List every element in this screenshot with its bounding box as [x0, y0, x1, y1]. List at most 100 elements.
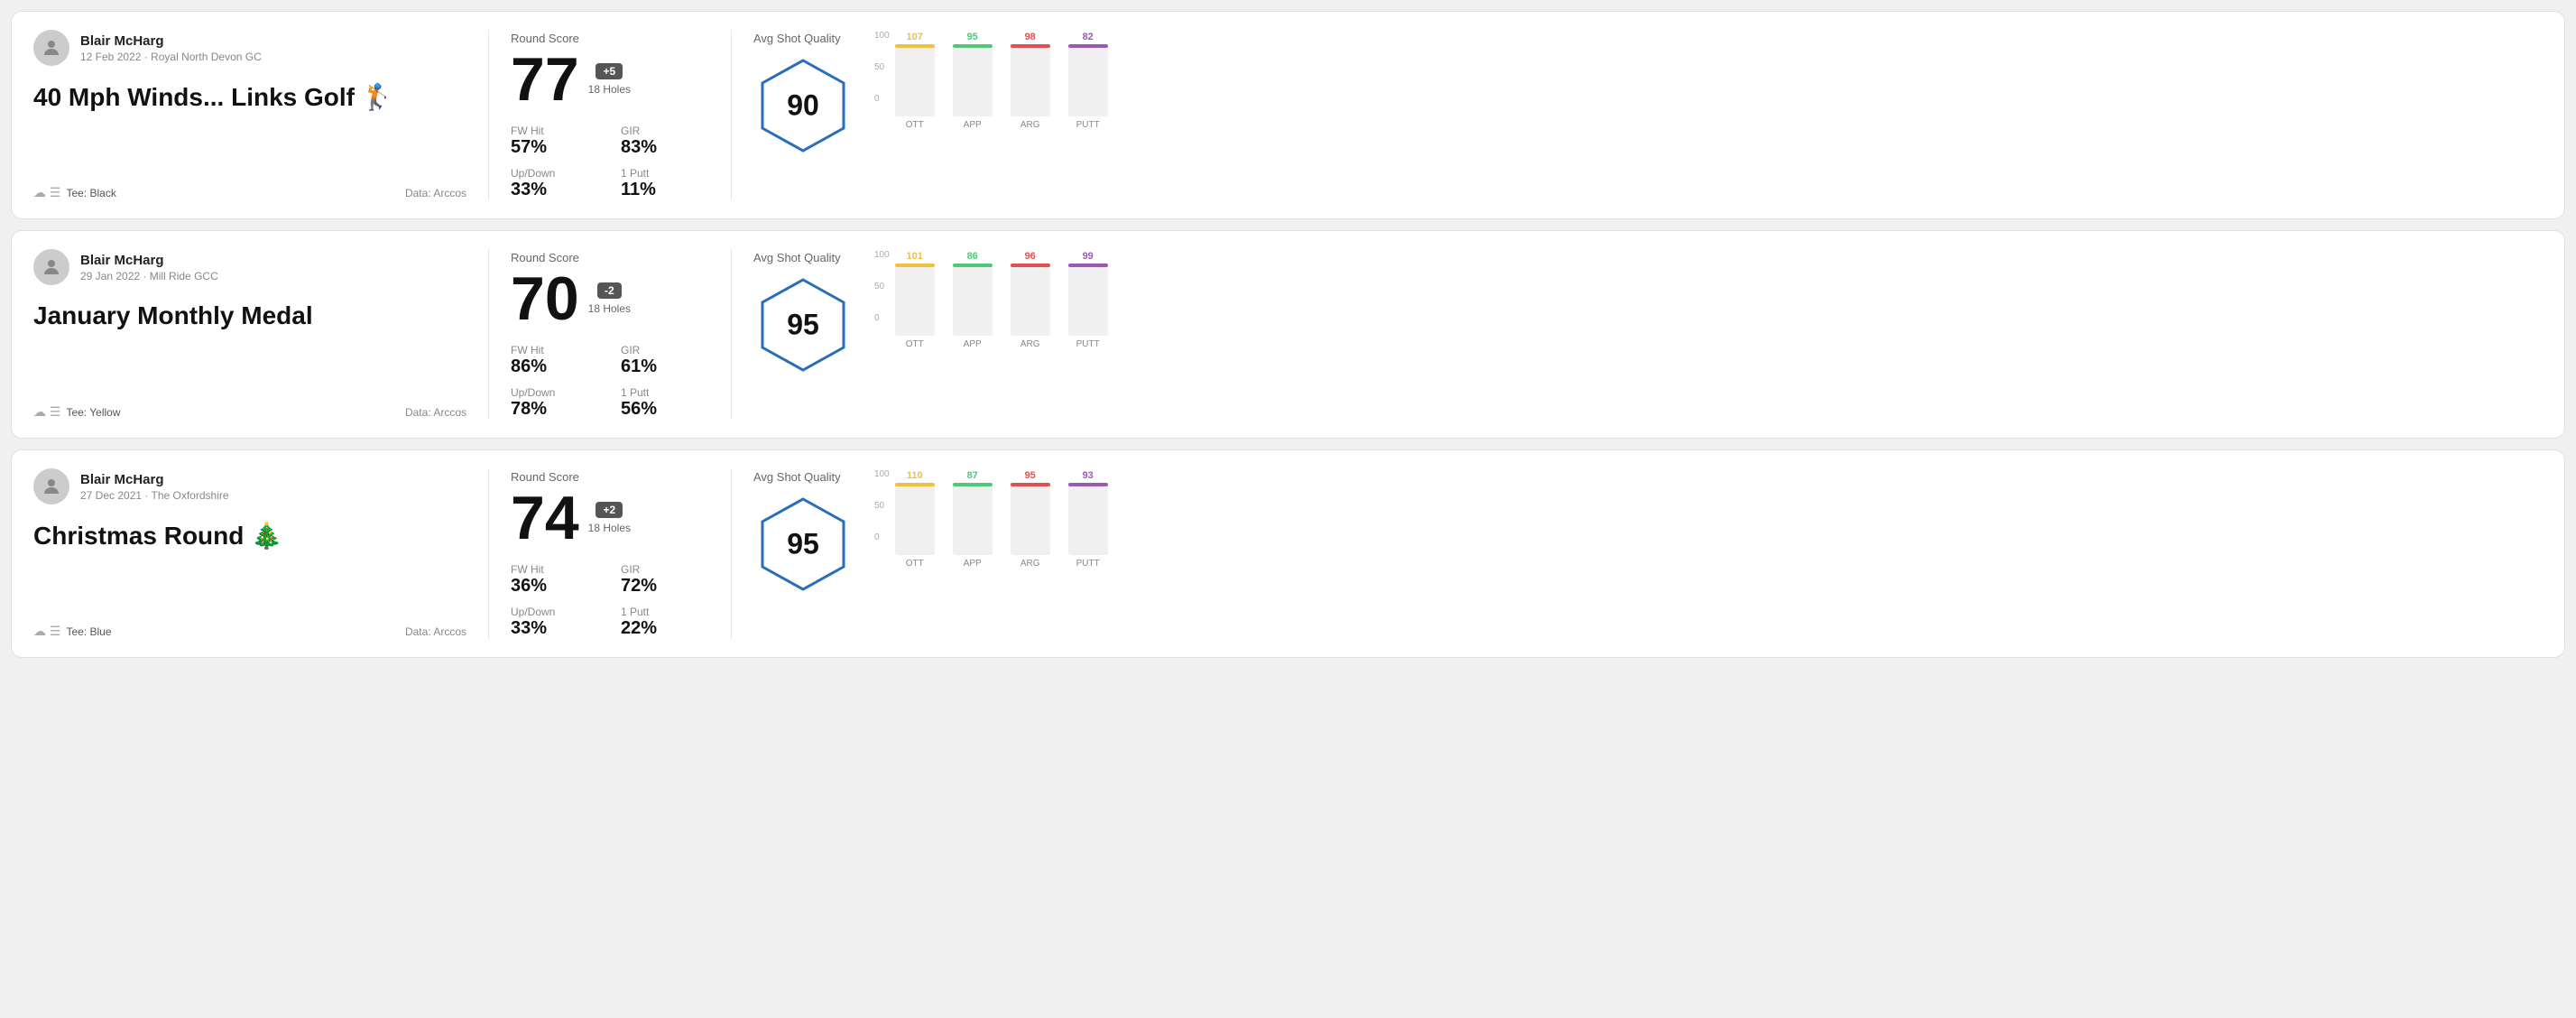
bar-background [1068, 483, 1108, 555]
fw-hit-stat-value: 86% [511, 356, 599, 377]
bars-and-labels: 101869699OTTAPPARGPUTT [895, 251, 1108, 349]
x-axis-label: PUTT [1068, 559, 1108, 569]
bar-value-label: 86 [967, 251, 978, 262]
weather-icon: ☁ ☰ [33, 624, 60, 639]
bar-value-label: 98 [1025, 32, 1036, 42]
user-info: Blair McHarg 29 Jan 2022 · Mill Ride GCC [33, 249, 466, 285]
user-name: Blair McHarg [80, 472, 229, 487]
round-left-section: Blair McHarg 27 Dec 2021 · The Oxfordshir… [33, 468, 466, 639]
bar-value-label: 95 [1025, 470, 1036, 481]
shot-quality-hexagon: 90 [753, 56, 853, 155]
gir-stat-label: GIR [621, 125, 709, 137]
bar-background [1068, 264, 1108, 336]
oneputt-stat-value: 56% [621, 399, 709, 420]
shot-quality-hexagon: 95 [753, 495, 853, 594]
weather-icon: ☁ ☰ [33, 185, 60, 200]
shot-quality-score: 90 [787, 89, 819, 123]
gir-stat-label: GIR [621, 563, 709, 576]
updown-stat: Up/Down33% [511, 606, 599, 639]
avatar [33, 468, 69, 504]
rounds-list: Blair McHarg12 Feb 2022 · Royal North De… [11, 11, 2565, 658]
bar-colored-line [895, 264, 935, 267]
y-tick: 100 [874, 251, 890, 260]
user-details: Blair McHarg 29 Jan 2022 · Mill Ride GCC [80, 253, 218, 282]
bar-background [1011, 44, 1050, 116]
updown-stat-value: 78% [511, 399, 599, 420]
chart-area: 100500101869699OTTAPPARGPUTT [874, 251, 1186, 349]
avg-shot-quality-label: Avg Shot Quality [753, 470, 841, 484]
bars-and-labels: 110879593OTTAPPARGPUTT [895, 470, 1108, 569]
bar-chart-section: 100500101869699OTTAPPARGPUTT [874, 251, 1186, 349]
date-course: 29 Jan 2022 · Mill Ride GCC [80, 270, 218, 282]
round-score-label: Round Score [511, 470, 709, 484]
bar-column-putt: 82 [1068, 32, 1108, 116]
shot-quality-section: Avg Shot Quality 95100500101869699OTTAPP… [753, 249, 1186, 420]
bar-value-label: 101 [907, 251, 923, 262]
y-tick: 0 [874, 95, 890, 104]
score-differential-badge: +2 [596, 502, 623, 518]
y-tick: 100 [874, 470, 890, 479]
y-tick: 50 [874, 63, 890, 72]
data-source: Data: Arccos [405, 187, 466, 199]
x-axis-label: APP [953, 120, 993, 130]
oneputt-stat-label: 1 Putt [621, 386, 709, 399]
chart-area: 100500107959882OTTAPPARGPUTT [874, 32, 1186, 130]
y-axis: 100500 [874, 251, 890, 323]
y-tick: 0 [874, 533, 890, 542]
score-badge: -218 Holes [588, 282, 631, 315]
bar-colored-line [953, 483, 993, 486]
y-axis: 100500 [874, 470, 890, 542]
avg-shot-quality-label: Avg Shot Quality [753, 32, 841, 45]
bar-value-label: 93 [1083, 470, 1094, 481]
bottom-row: ☁ ☰ Tee: YellowData: Arccos [33, 404, 466, 420]
user-info: Blair McHarg 27 Dec 2021 · The Oxfordshir… [33, 468, 466, 504]
bar-value-label: 95 [967, 32, 978, 42]
shot-quality-score: 95 [787, 528, 819, 561]
oneputt-stat: 1 Putt56% [621, 386, 709, 420]
bar-column-app: 86 [953, 251, 993, 336]
score-differential-badge: +5 [596, 63, 623, 79]
updown-stat: Up/Down78% [511, 386, 599, 420]
divider [731, 468, 732, 639]
bar-colored-line [895, 44, 935, 48]
gir-stat: GIR83% [621, 125, 709, 158]
bar-column-putt: 93 [1068, 470, 1108, 555]
gir-stat-label: GIR [621, 344, 709, 356]
x-axis-label: ARG [1011, 559, 1050, 569]
x-axis-label: PUTT [1068, 339, 1108, 349]
shot-quality-left: Avg Shot Quality 90 [753, 32, 853, 155]
bar-colored-line [895, 483, 935, 486]
divider [731, 249, 732, 420]
divider [731, 30, 732, 200]
oneputt-stat-value: 11% [621, 180, 709, 200]
x-axis-label: ARG [1011, 120, 1050, 130]
score-value: 70 [511, 268, 579, 329]
oneputt-stat: 1 Putt11% [621, 167, 709, 200]
user-name: Blair McHarg [80, 253, 218, 268]
bar-column-arg: 96 [1011, 251, 1050, 336]
bar-background [1011, 264, 1050, 336]
fw-hit-stat: FW Hit86% [511, 344, 599, 377]
updown-stat-label: Up/Down [511, 606, 599, 618]
user-name: Blair McHarg [80, 33, 262, 49]
y-tick: 0 [874, 314, 890, 323]
holes-label: 18 Holes [588, 302, 631, 315]
round-title: 40 Mph Winds... Links Golf 🏌️ [33, 82, 466, 112]
score-row: 70 -218 Holes [511, 268, 709, 329]
x-axis-label: OTT [895, 120, 935, 130]
x-labels-row: OTTAPPARGPUTT [895, 559, 1108, 569]
x-labels-row: OTTAPPARGPUTT [895, 339, 1108, 349]
date-course: 27 Dec 2021 · The Oxfordshire [80, 489, 229, 502]
shot-quality-left: Avg Shot Quality 95 [753, 251, 853, 375]
bar-colored-line [1068, 44, 1108, 48]
bar-value-label: 96 [1025, 251, 1036, 262]
bar-column-app: 95 [953, 32, 993, 116]
round-card: Blair McHarg29 Jan 2022 · Mill Ride GCCJ… [11, 230, 2565, 439]
y-axis: 100500 [874, 32, 890, 104]
updown-stat-label: Up/Down [511, 167, 599, 180]
bottom-row: ☁ ☰ Tee: BlackData: Arccos [33, 185, 466, 200]
round-card: Blair McHarg12 Feb 2022 · Royal North De… [11, 11, 2565, 219]
bar-background [895, 483, 935, 555]
bar-column-ott: 101 [895, 251, 935, 336]
score-row: 77+518 Holes [511, 49, 709, 110]
